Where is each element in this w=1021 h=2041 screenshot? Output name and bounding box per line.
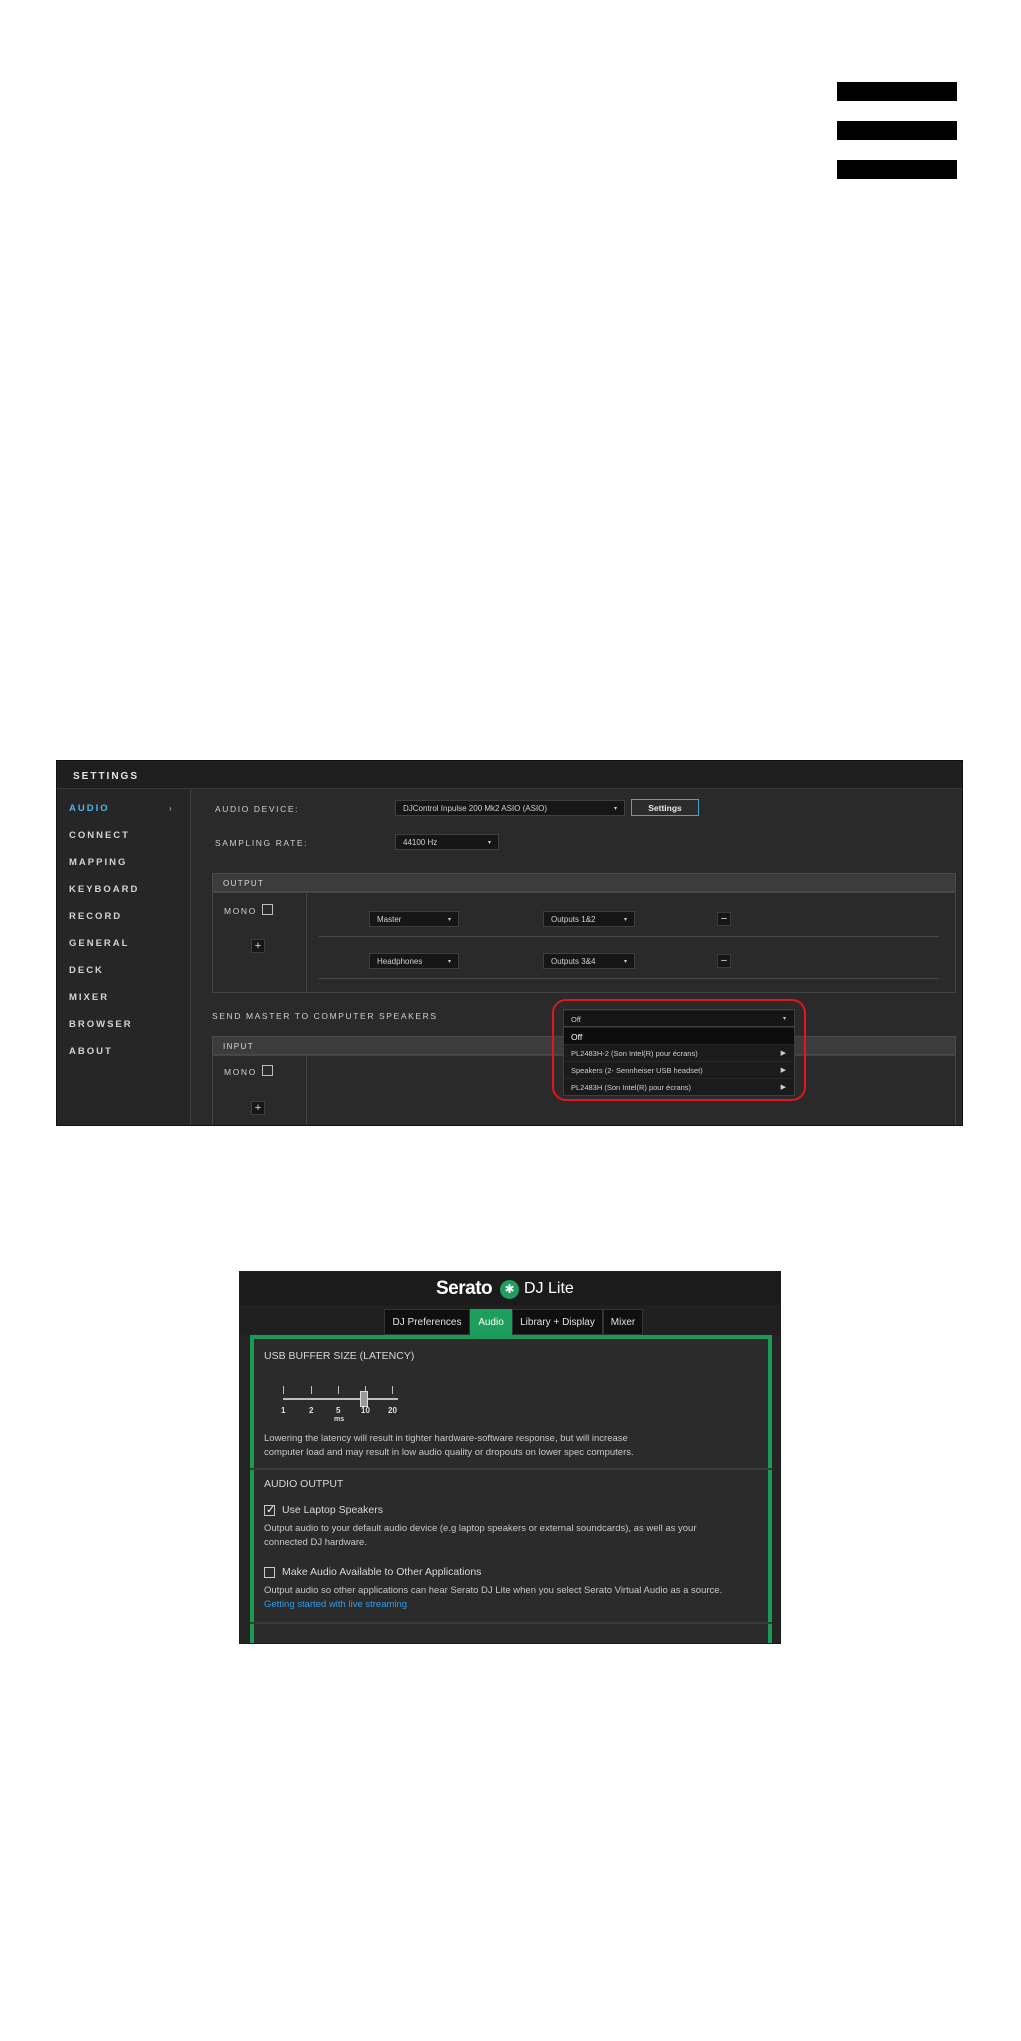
output-channel-dropdown[interactable]: Master ▾ (369, 911, 459, 927)
caret-down-icon: ▾ (623, 959, 627, 965)
latency-tick-label: 1 (281, 1406, 286, 1415)
hamburger-bar (837, 121, 957, 140)
latency-tick (311, 1386, 312, 1394)
output-row-divider (319, 978, 939, 979)
output-channel-dropdown[interactable]: Headphones ▾ (369, 953, 459, 969)
nav-item-connect[interactable]: CONNECT (69, 830, 130, 841)
serato-logo-icon: ✱ (500, 1280, 519, 1299)
latency-slider-thumb[interactable] (360, 1391, 368, 1407)
page: SETTINGS AUDIO › CONNECT MAPPING KEYBOAR… (0, 0, 1021, 2041)
output-route-dropdown[interactable]: Outputs 3&4 ▾ (543, 953, 635, 969)
caret-down-icon: ▾ (613, 806, 617, 812)
product-name: DJ Lite (524, 1280, 574, 1297)
latency-note-1: Lowering the latency will result in tigh… (264, 1433, 628, 1444)
send-master-label: SEND MASTER TO COMPUTER SPEAKERS (212, 1011, 438, 1021)
settings-sidebar: AUDIO › CONNECT MAPPING KEYBOARD RECORD … (57, 789, 191, 1125)
use-laptop-speakers-label: Use Laptop Speakers (282, 1504, 383, 1516)
nav-item-mapping[interactable]: MAPPING (69, 857, 127, 868)
input-mono-label: MONO (224, 1067, 257, 1077)
nav-item-audio[interactable]: AUDIO › (69, 803, 172, 814)
latency-tick-label: 5 (336, 1406, 341, 1415)
latency-tick-label: 2 (309, 1406, 314, 1415)
serato-brand: Serato (436, 1278, 493, 1299)
audio-device-label: AUDIO DEVICE: (215, 804, 300, 814)
chevron-right-icon: › (169, 804, 174, 813)
latency-tick-label: 20 (388, 1406, 397, 1415)
settings-title: SETTINGS (57, 761, 962, 789)
section-divider (250, 1468, 772, 1470)
nav-item-about[interactable]: ABOUT (69, 1046, 113, 1057)
laptop-speakers-note-2: connected DJ hardware. (264, 1537, 367, 1548)
audio-output-title: AUDIO OUTPUT (264, 1478, 344, 1490)
hamburger-bar (837, 82, 957, 101)
settings-panel: SETTINGS AUDIO › CONNECT MAPPING KEYBOAR… (56, 760, 963, 1126)
usb-buffer-title: USB BUFFER SIZE (LATENCY) (264, 1350, 415, 1362)
caret-down-icon: ▾ (623, 917, 627, 923)
nav-item-general[interactable]: GENERAL (69, 938, 129, 949)
output-channel-value: Master (377, 915, 402, 924)
add-input-button[interactable]: + (251, 1101, 265, 1115)
input-divider (306, 1055, 307, 1125)
remove-output-button[interactable]: − (717, 912, 731, 926)
use-laptop-speakers-checkbox[interactable] (264, 1503, 275, 1516)
latency-tick (392, 1386, 393, 1394)
sampling-rate-dropdown[interactable]: 44100 Hz ▾ (395, 834, 499, 850)
latency-tick (283, 1386, 284, 1394)
highlight-ring (552, 999, 806, 1101)
sampling-rate-label: SAMPLING RATE: (215, 838, 309, 848)
make-audio-available-note: Output audio so other applications can h… (264, 1585, 723, 1596)
latency-slider-track[interactable] (283, 1398, 398, 1400)
nav-item-deck[interactable]: DECK (69, 965, 104, 976)
latency-tick-label: 10 (361, 1406, 370, 1415)
tab-mixer[interactable]: Mixer (603, 1309, 643, 1335)
caret-down-icon: ▾ (447, 959, 451, 965)
output-route-value: Outputs 1&2 (551, 915, 596, 924)
output-mono-label: MONO (224, 906, 257, 916)
nav-item-browser[interactable]: BROWSER (69, 1019, 133, 1030)
hamburger-icon[interactable] (837, 82, 957, 180)
latency-unit-label: ms (334, 1416, 345, 1423)
output-route-dropdown[interactable]: Outputs 1&2 ▾ (543, 911, 635, 927)
add-output-button[interactable]: + (251, 939, 265, 953)
live-streaming-link[interactable]: Getting started with live streaming (264, 1598, 407, 1612)
audio-device-value: DJControl Inpulse 200 Mk2 ASIO (ASIO) (403, 804, 548, 813)
sampling-rate-value: 44100 Hz (403, 838, 438, 847)
audio-device-dropdown[interactable]: DJControl Inpulse 200 Mk2 ASIO (ASIO) ▾ (395, 800, 625, 816)
hamburger-bar (837, 160, 957, 179)
caret-down-icon: ▾ (487, 840, 491, 846)
output-mono-checkbox[interactable] (262, 904, 273, 915)
input-mono-checkbox[interactable] (262, 1065, 273, 1076)
make-audio-available-label: Make Audio Available to Other Applicatio… (282, 1566, 482, 1578)
section-divider (250, 1622, 772, 1624)
latency-tick (338, 1386, 339, 1394)
tab-dj-preferences[interactable]: DJ Preferences (384, 1309, 470, 1335)
tab-audio[interactable]: Audio (470, 1309, 512, 1335)
nav-item-keyboard[interactable]: KEYBOARD (69, 884, 139, 895)
nav-item-label: AUDIO (69, 803, 110, 814)
output-divider (306, 892, 307, 993)
output-channel-value: Headphones (377, 957, 423, 966)
audio-device-settings-button[interactable]: Settings (631, 799, 699, 816)
make-audio-available-checkbox[interactable] (264, 1567, 275, 1578)
caret-down-icon: ▾ (447, 917, 451, 923)
serato-preferences-panel: Serato ✱ DJ Lite DJ Preferences Audio Li… (239, 1271, 781, 1644)
serato-header: Serato ✱ DJ Lite (240, 1272, 780, 1305)
output-route-value: Outputs 3&4 (551, 957, 596, 966)
nav-item-record[interactable]: RECORD (69, 911, 122, 922)
remove-output-button[interactable]: − (717, 954, 731, 968)
output-row-divider (319, 936, 939, 937)
nav-item-mixer[interactable]: MIXER (69, 992, 109, 1003)
output-section-header: OUTPUT (212, 873, 956, 892)
tab-library-display[interactable]: Library + Display (512, 1309, 603, 1335)
latency-note-2: computer load and may result in low audi… (264, 1447, 634, 1458)
laptop-speakers-note-1: Output audio to your default audio devic… (264, 1523, 697, 1534)
